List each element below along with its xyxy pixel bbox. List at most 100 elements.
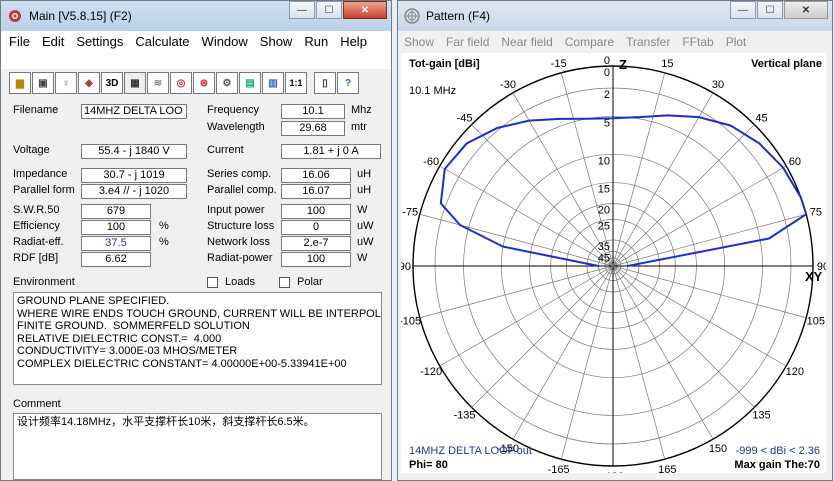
freq-label: 10.1 MHz <box>409 85 457 97</box>
current-label: Current <box>207 144 244 156</box>
menu-edit[interactable]: Edit <box>36 33 70 51</box>
cube-icon[interactable]: ◈ <box>78 72 100 94</box>
angle-spoke <box>419 213 614 267</box>
bulb-icon[interactable]: ♀ <box>55 72 77 94</box>
angle-label: -45 <box>457 113 473 125</box>
angle-label: 120 <box>786 366 804 378</box>
scale-icon[interactable]: 1:1 <box>285 72 307 94</box>
angle-spoke <box>512 265 614 440</box>
angle-label: 45 <box>755 113 767 125</box>
menu-help[interactable]: Help <box>334 33 373 51</box>
ring-label: 45 <box>598 252 610 264</box>
main-titlebar[interactable]: Main [V5.8.15] (F2) — ☐ ✕ <box>1 1 391 31</box>
menu-calculate[interactable]: Calculate <box>129 33 195 51</box>
radiat-eff-unit: % <box>159 236 169 248</box>
wavelength-unit: mtr <box>351 121 367 133</box>
max-gain-label: Max gain The:70 <box>734 459 820 471</box>
input-power-field: 100 <box>281 204 351 219</box>
target-icon[interactable]: ◎ <box>170 72 192 94</box>
pmenu-compare[interactable]: Compare <box>565 35 614 49</box>
pmenu-far-field[interactable]: Far field <box>446 35 489 49</box>
folder-icon[interactable]: ▆ <box>9 72 31 94</box>
swr-field: 679 <box>81 204 151 219</box>
help-icon[interactable]: ? <box>337 72 359 94</box>
close-button[interactable]: ✕ <box>343 1 387 19</box>
dial-icon[interactable]: ⊛ <box>193 72 215 94</box>
radiat-power-field: 100 <box>281 252 351 267</box>
voltage-field: 55.4 - j 1840 V <box>81 144 187 159</box>
menu-settings[interactable]: Settings <box>70 33 129 51</box>
wave-icon[interactable]: ≋ <box>147 72 169 94</box>
environment-textarea[interactable]: GROUND PLANE SPECIFIED. WHERE WIRE ENDS … <box>13 292 382 385</box>
3d-icon[interactable]: 3D <box>101 72 123 94</box>
polar-label: Polar <box>297 276 323 288</box>
table-icon[interactable]: ▥ <box>262 72 284 94</box>
angle-label: 15 <box>661 58 673 70</box>
ring-label: 0 <box>604 67 610 79</box>
pmenu-transfer[interactable]: Transfer <box>626 35 670 49</box>
dbi-range-label: -999 < dBi < 2.36 <box>735 445 820 457</box>
parallel-comp-field: 16.07 <box>281 184 351 199</box>
book-icon[interactable]: ▯ <box>314 72 336 94</box>
efficiency-label: Efficiency <box>13 220 60 232</box>
ring-label: 15 <box>598 184 610 196</box>
ring-label: 10 <box>598 155 610 167</box>
structure-loss-field: 0 <box>281 220 351 235</box>
filename-field[interactable]: 14MHZ DELTA LOO <box>81 104 187 119</box>
angle-spoke <box>471 265 614 408</box>
windows-icon[interactable]: ▣ <box>32 72 54 94</box>
angle-label: -90 <box>401 261 411 273</box>
current-field: 1.81 + j 0 A <box>281 144 381 159</box>
pmenu-fftab[interactable]: FFtab <box>682 35 713 49</box>
frequency-field[interactable]: 10.1 <box>281 104 345 119</box>
filename-label: Filename <box>13 104 59 116</box>
z-axis-label: Z <box>619 57 627 72</box>
radiat-eff-label: Radiat-eff. <box>13 236 64 248</box>
menu-run[interactable]: Run <box>298 33 334 51</box>
calc-icon[interactable]: ▤ <box>239 72 261 94</box>
pmenu-near-field[interactable]: Near field <box>501 35 552 49</box>
rdf-field: 6.62 <box>81 252 151 267</box>
ring-label: 2 <box>604 89 610 101</box>
angle-spoke <box>612 265 807 319</box>
filename-overlay: 14MHZ DELTA LOOP.out <box>409 445 532 457</box>
gear-icon[interactable]: ⚙ <box>216 72 238 94</box>
menu-file[interactable]: File <box>3 33 36 51</box>
pattern-titlebar[interactable]: Pattern (F4) — ☐ ✕ <box>398 1 832 31</box>
swr-label: S.W.R.50 <box>13 204 60 216</box>
angle-label: 60 <box>789 156 801 168</box>
angle-spoke <box>471 124 614 267</box>
parallel-form-label: Parallel form <box>13 184 75 196</box>
antenna-app-icon <box>9 10 21 22</box>
network-loss-unit: uW <box>357 236 374 248</box>
efficiency-unit: % <box>159 220 169 232</box>
rdf-label: RDF [dB] <box>13 252 59 264</box>
angle-spoke <box>612 265 714 440</box>
menu-show[interactable]: Show <box>254 33 299 51</box>
pattern-minimize-button[interactable]: — <box>730 1 756 19</box>
angle-spoke <box>612 265 755 408</box>
comment-textarea[interactable]: 设计频率14.18MHz，水平支撑杆长10米，斜支撑杆长6.5米。 <box>13 413 382 480</box>
angle-label: -75 <box>402 207 418 219</box>
angle-spoke <box>612 72 666 267</box>
pattern-app-icon <box>404 8 420 24</box>
pmenu-show[interactable]: Show <box>404 35 434 49</box>
pattern-maximize-button[interactable]: ☐ <box>757 1 783 19</box>
menu-window[interactable]: Window <box>196 33 254 51</box>
pattern-close-button[interactable]: ✕ <box>784 1 828 19</box>
angle-label: 30 <box>712 79 724 91</box>
network-loss-label: Network loss <box>207 236 270 248</box>
grid-icon[interactable]: ▦ <box>124 72 146 94</box>
efficiency-field: 100 <box>81 220 151 235</box>
loads-checkbox[interactable] <box>207 277 218 288</box>
angle-label: -180 <box>602 471 624 473</box>
pattern-plot-area[interactable]: -90-75-60-45-30-151530456075901051201351… <box>395 53 829 481</box>
polar-checkbox[interactable] <box>279 277 290 288</box>
angle-label: -30 <box>500 79 516 91</box>
maximize-button[interactable]: ☐ <box>316 1 342 19</box>
comment-label: Comment <box>13 398 61 410</box>
angle-label: 135 <box>752 409 770 421</box>
minimize-button[interactable]: — <box>289 1 315 19</box>
pmenu-plot[interactable]: Plot <box>726 35 747 49</box>
ring-label: 35 <box>598 241 610 253</box>
